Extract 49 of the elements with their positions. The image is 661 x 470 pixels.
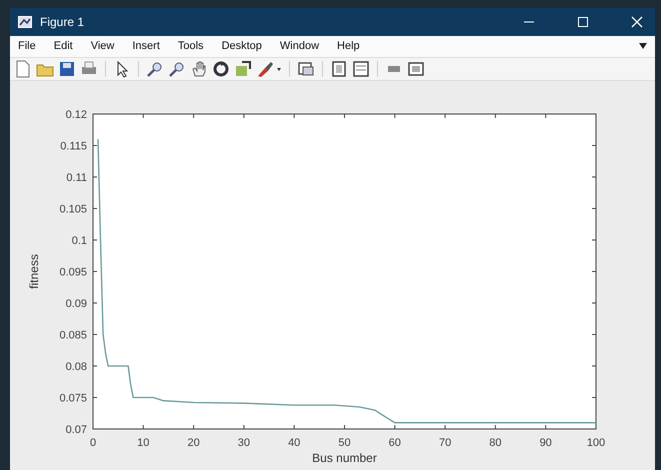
x-tick-label: 90	[540, 437, 552, 449]
y-tick-label: 0.07	[66, 424, 87, 436]
window-title: Figure 1	[40, 15, 84, 30]
figure-window-icon	[18, 16, 32, 28]
x-tick-label: 40	[288, 437, 300, 449]
close-icon[interactable]	[631, 16, 643, 28]
x-tick-label: 80	[489, 437, 502, 449]
x-tick-label: 50	[338, 437, 351, 449]
y-tick-label: 0.09	[66, 298, 87, 310]
menu-item[interactable]: Desktop	[222, 40, 262, 52]
link-plot-icon[interactable]	[297, 60, 315, 78]
x-tick-label: 100	[586, 437, 606, 449]
y-tick-label: 0.12	[66, 109, 87, 121]
menu-item[interactable]: Window	[280, 40, 320, 52]
show-tools-icon[interactable]	[407, 60, 425, 78]
menu-item[interactable]: Insert	[132, 40, 160, 52]
hand-icon[interactable]	[190, 60, 208, 78]
save-icon[interactable]	[58, 60, 76, 78]
x-tick-label: 70	[438, 437, 452, 449]
legend-icon[interactable]	[352, 60, 370, 78]
menu-item[interactable]: Tools	[178, 40, 204, 52]
y-tick-label: 0.115	[60, 140, 87, 152]
y-tick-label: 0.11	[66, 172, 87, 184]
new-file-icon[interactable]	[14, 60, 32, 78]
x-tick-label: 0	[90, 437, 96, 449]
maximize-icon[interactable]	[577, 16, 589, 28]
y-tick-label: 0.085	[59, 330, 87, 342]
y-tick-label: 0.075	[59, 392, 87, 404]
brush-icon[interactable]	[256, 60, 282, 78]
y-axis-label: fitness	[27, 254, 41, 289]
x-tick-label: 60	[388, 437, 401, 449]
zoom-out-icon[interactable]	[168, 60, 186, 78]
menu-item[interactable]: Edit	[54, 40, 73, 52]
x-axis-label: Bus number	[312, 451, 377, 465]
x-tick-label: 10	[137, 437, 150, 449]
dropdown-arrow-icon[interactable]	[639, 43, 647, 50]
data-cursor-icon[interactable]	[234, 60, 252, 78]
rotate-icon[interactable]	[212, 60, 230, 78]
menu-item[interactable]: File	[18, 40, 36, 52]
x-tick-label: 30	[238, 437, 250, 449]
menu-item[interactable]: Help	[337, 40, 360, 52]
y-tick-label: 0.095	[59, 266, 87, 278]
y-tick-label: 0.1	[72, 235, 87, 247]
x-tick-label: 20	[187, 437, 200, 449]
menu-item[interactable]: View	[90, 40, 114, 52]
y-tick-label: 0.08	[66, 361, 87, 373]
zoom-in-icon[interactable]	[146, 60, 164, 78]
colorbar-icon[interactable]	[330, 60, 348, 78]
y-tick-label: 0.105	[59, 204, 87, 216]
